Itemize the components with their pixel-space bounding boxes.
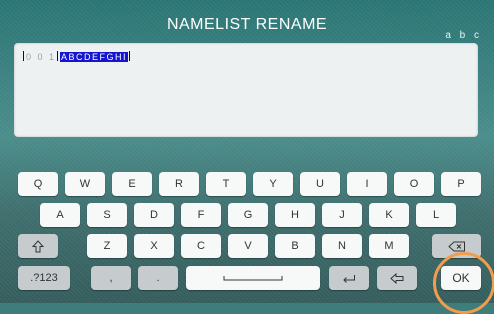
- key-g[interactable]: G: [228, 203, 268, 227]
- key-o[interactable]: O: [394, 172, 434, 196]
- cursor-end: [129, 51, 131, 61]
- numbers-key[interactable]: .?123: [18, 266, 70, 290]
- name-text-field[interactable]: 0 0 1 ABCDEFGHI: [14, 43, 478, 137]
- key-h[interactable]: H: [275, 203, 315, 227]
- key-i[interactable]: I: [347, 172, 387, 196]
- undo-key[interactable]: [377, 266, 417, 290]
- key-a[interactable]: A: [40, 203, 80, 227]
- key-m[interactable]: M: [369, 234, 409, 258]
- key-u[interactable]: U: [300, 172, 340, 196]
- cursor: [57, 51, 59, 61]
- text-line: 0 0 1 ABCDEFGHI: [22, 51, 132, 62]
- key-x[interactable]: X: [134, 234, 174, 258]
- key-w[interactable]: W: [65, 172, 105, 196]
- key-q[interactable]: Q: [18, 172, 58, 196]
- ok-highlight-ring: [433, 252, 494, 314]
- backspace-icon: [447, 241, 465, 251]
- line-number: 0 0 1: [26, 52, 57, 62]
- shift-key[interactable]: [18, 234, 58, 258]
- selected-text: ABCDEFGHI: [60, 52, 129, 62]
- return-key[interactable]: [329, 266, 369, 290]
- period-key[interactable]: .: [138, 266, 178, 290]
- page-title: NAMELIST RENAME: [166, 16, 328, 33]
- key-n[interactable]: N: [322, 234, 362, 258]
- key-j[interactable]: J: [322, 203, 362, 227]
- input-mode-indicator: a b c: [445, 30, 482, 41]
- key-c[interactable]: C: [181, 234, 221, 258]
- space-key[interactable]: [186, 266, 320, 290]
- key-d[interactable]: D: [134, 203, 174, 227]
- key-y[interactable]: Y: [253, 172, 293, 196]
- key-t[interactable]: T: [206, 172, 246, 196]
- key-z[interactable]: Z: [87, 234, 127, 258]
- key-l[interactable]: L: [416, 203, 456, 227]
- key-f[interactable]: F: [181, 203, 221, 227]
- shift-icon: [32, 239, 44, 252]
- key-r[interactable]: R: [159, 172, 199, 196]
- key-v[interactable]: V: [228, 234, 268, 258]
- space-icon: [223, 276, 283, 281]
- key-p[interactable]: P: [441, 172, 481, 196]
- undo-icon: [390, 272, 404, 284]
- return-icon: [343, 274, 355, 283]
- key-k[interactable]: K: [369, 203, 409, 227]
- cursor-left: [23, 51, 24, 61]
- key-e[interactable]: E: [112, 172, 152, 196]
- comma-key[interactable]: ,: [91, 266, 131, 290]
- key-b[interactable]: B: [275, 234, 315, 258]
- key-s[interactable]: S: [87, 203, 127, 227]
